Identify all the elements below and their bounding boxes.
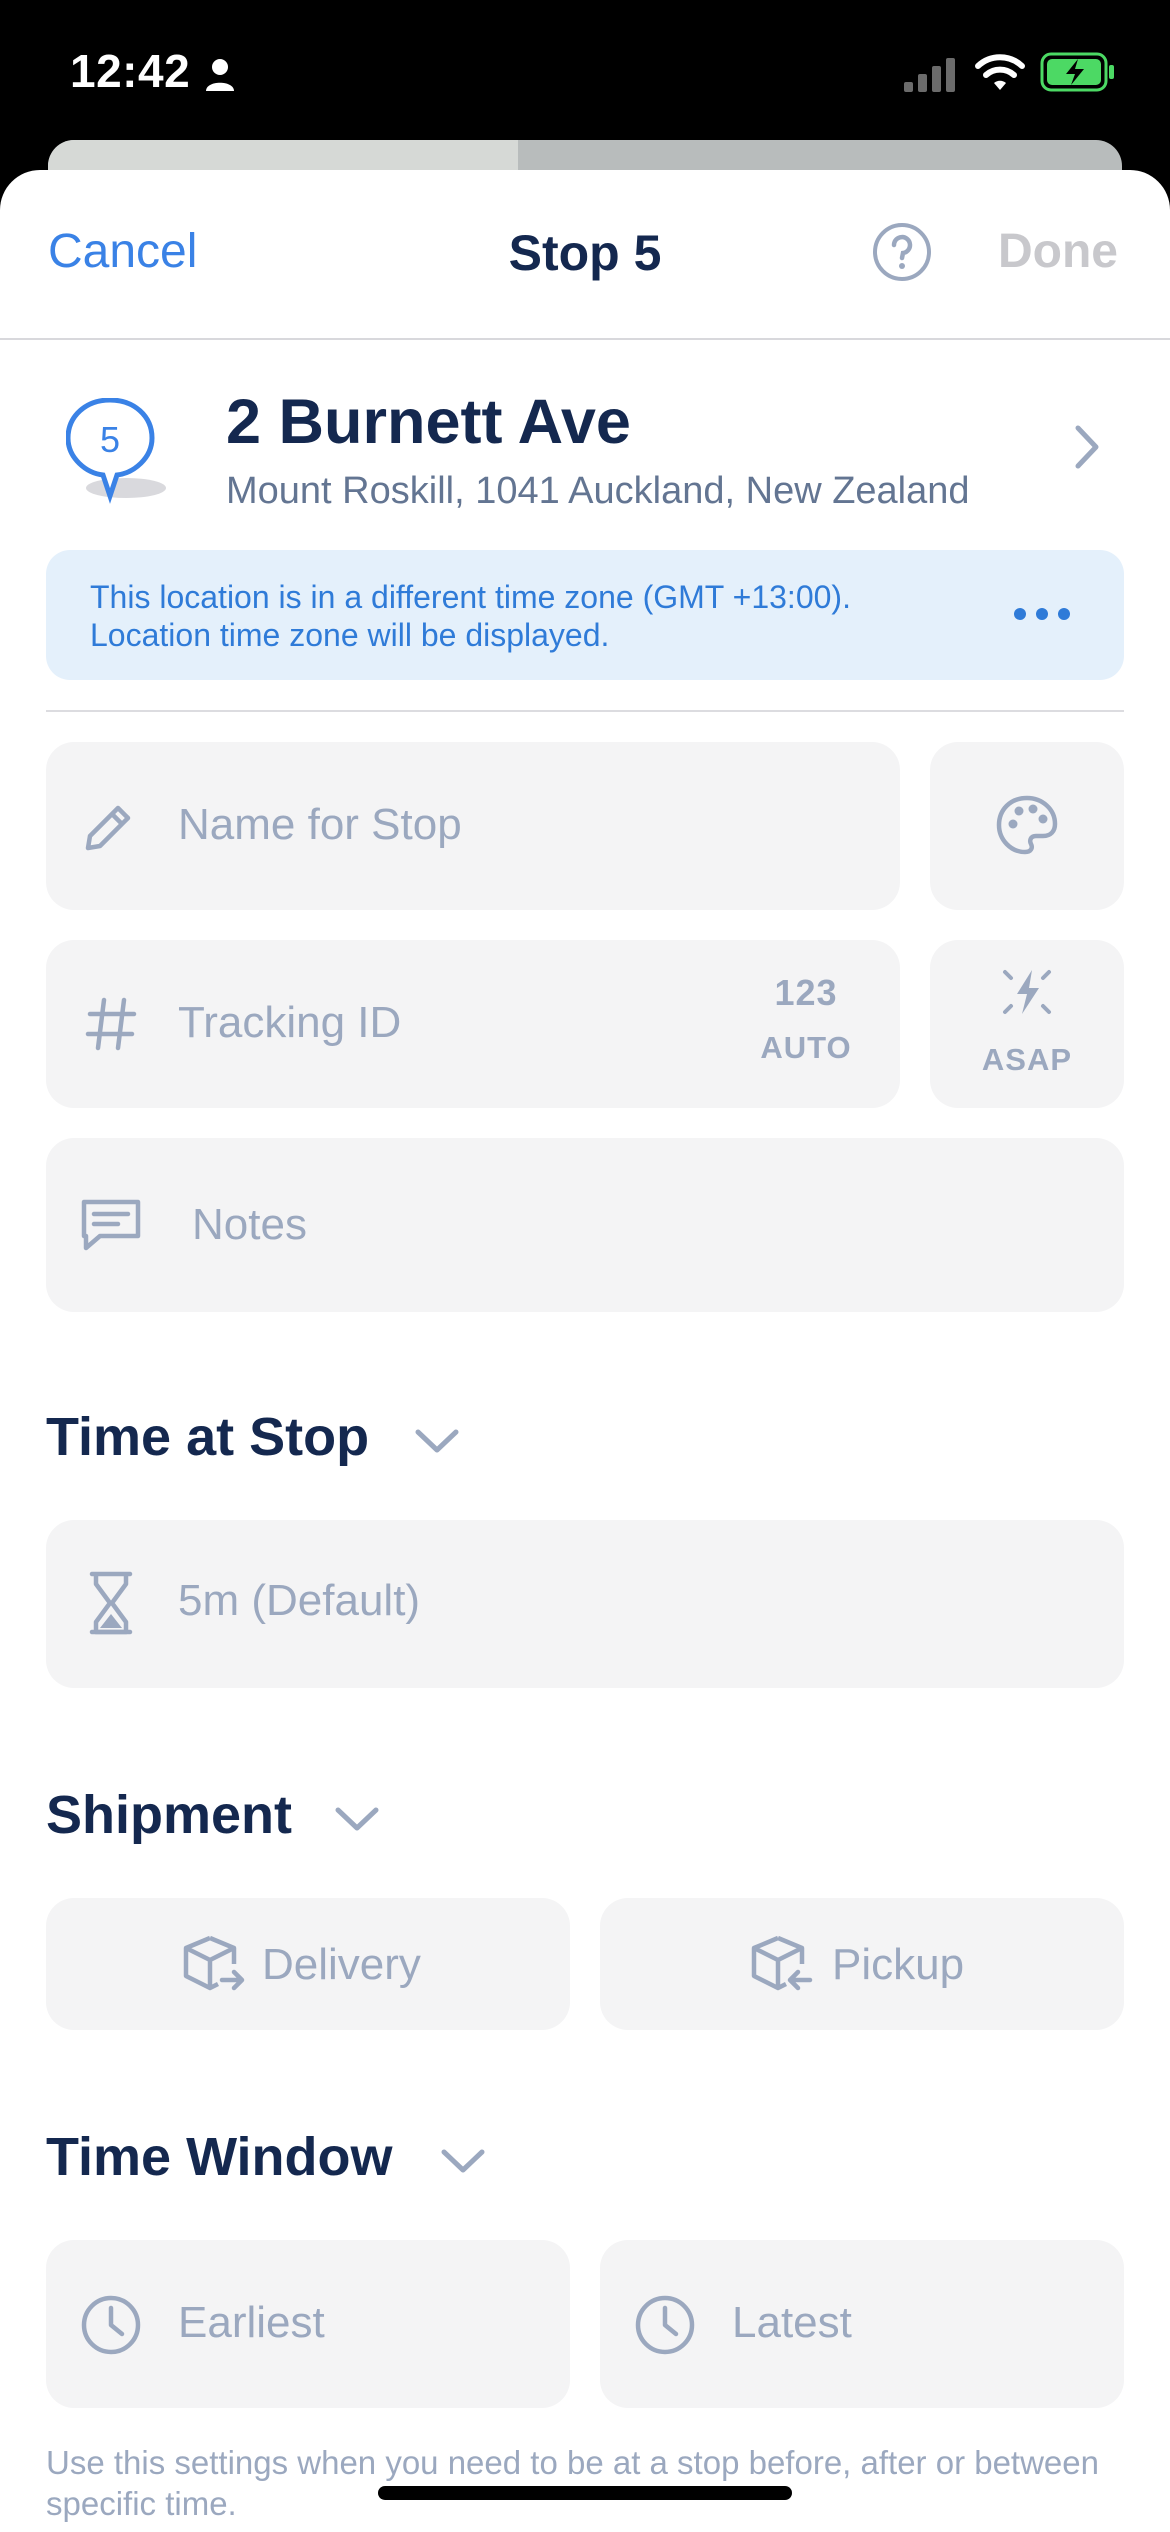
time-at-stop-field[interactable]: 5m (Default) xyxy=(46,1520,1124,1688)
done-button[interactable]: Done xyxy=(998,224,1118,279)
person-icon xyxy=(206,59,234,91)
name-placeholder: Name for Stop xyxy=(178,800,462,849)
pickup-button[interactable]: Pickup xyxy=(600,1898,1124,2030)
earliest-label: Earliest xyxy=(178,2298,325,2347)
clock-icon xyxy=(635,2295,695,2355)
pencil-icon xyxy=(85,805,131,851)
tracking-id-field[interactable]: Tracking ID 123 AUTO xyxy=(46,940,900,1108)
auto-label: AUTO xyxy=(760,1030,852,1065)
latest-label: Latest xyxy=(732,2298,852,2347)
map-pin-icon: 5 xyxy=(66,398,166,504)
home-indicator xyxy=(378,2486,792,2500)
wifi-icon xyxy=(975,54,1025,90)
box-out-icon xyxy=(183,1935,245,1991)
delivery-button[interactable]: Delivery xyxy=(46,1898,570,2030)
flash-icon xyxy=(1003,970,1051,1014)
hourglass-icon xyxy=(89,1571,133,1635)
pickup-label: Pickup xyxy=(832,1940,965,1989)
time-window-heading[interactable]: Time Window xyxy=(46,2126,393,2188)
hash-icon xyxy=(85,997,137,1051)
stop-number: 5 xyxy=(100,419,120,460)
earliest-time-field[interactable]: Earliest xyxy=(46,2240,570,2408)
chevron-down-icon[interactable] xyxy=(414,1426,460,1456)
status-time: 12:42 xyxy=(70,45,191,97)
address-line1: 2 Burnett Ave xyxy=(226,387,631,457)
message-square-icon xyxy=(81,1199,141,1251)
cellular-signal-icon xyxy=(904,58,955,92)
auto-number: 123 xyxy=(774,972,838,1013)
time-at-stop-value: 5m (Default) xyxy=(178,1576,421,1625)
divider xyxy=(46,710,1124,712)
battery-charging-icon xyxy=(1040,52,1114,92)
address-row[interactable]: 5 2 Burnett Ave Mount Roskill, 1041 Auck… xyxy=(0,380,1170,530)
timezone-notice-text: This location is in a different time zon… xyxy=(90,578,1010,654)
time-window-help-text: Use this settings when you need to be at… xyxy=(46,2444,1099,2522)
stop-sheet: Cancel Stop 5 Done 5 2 Burnett Ave Mount… xyxy=(0,170,1170,2532)
box-in-icon xyxy=(751,1935,813,1991)
auto-number-button[interactable]: 123 AUTO xyxy=(736,972,876,1082)
color-picker-button[interactable] xyxy=(930,742,1124,910)
tracking-placeholder: Tracking ID xyxy=(178,998,402,1047)
asap-button[interactable]: ASAP xyxy=(930,940,1124,1108)
status-bar: 12:42 xyxy=(0,0,1170,150)
timezone-notice: This location is in a different time zon… xyxy=(46,550,1124,680)
clock-icon xyxy=(81,2295,141,2355)
notes-field[interactable]: Notes xyxy=(46,1138,1124,1312)
notes-placeholder: Notes xyxy=(192,1200,307,1249)
address-line2: Mount Roskill, 1041 Auckland, New Zealan… xyxy=(226,470,970,512)
timezone-notice-line2: Location time zone will be displayed. xyxy=(90,617,610,653)
cancel-button[interactable]: Cancel xyxy=(48,224,197,279)
chevron-right-icon xyxy=(1075,425,1099,469)
name-field[interactable]: Name for Stop xyxy=(46,742,900,910)
nav-bar: Cancel Stop 5 Done xyxy=(0,170,1170,340)
latest-time-field[interactable]: Latest xyxy=(600,2240,1124,2408)
asap-label: ASAP xyxy=(981,1042,1073,1077)
question-circle-icon[interactable] xyxy=(872,222,932,282)
delivery-label: Delivery xyxy=(262,1940,421,1989)
palette-icon xyxy=(996,795,1058,855)
time-at-stop-heading[interactable]: Time at Stop xyxy=(46,1406,369,1468)
chevron-down-icon[interactable] xyxy=(334,1804,380,1834)
shipment-heading[interactable]: Shipment xyxy=(46,1784,292,1846)
chevron-down-icon[interactable] xyxy=(440,2146,486,2176)
timezone-notice-line1: This location is in a different time zon… xyxy=(90,579,851,615)
more-dots-icon[interactable] xyxy=(1002,594,1082,634)
